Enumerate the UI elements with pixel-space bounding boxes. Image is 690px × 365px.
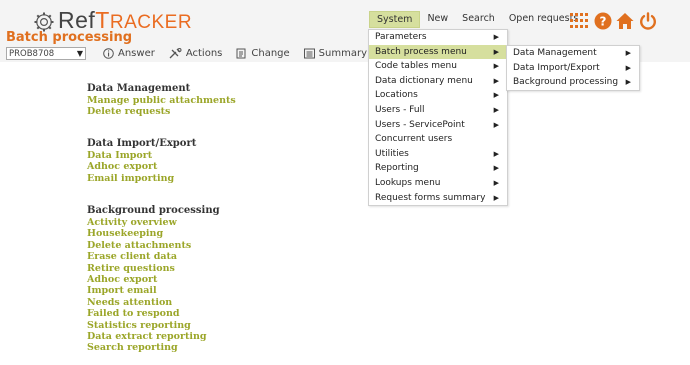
nav-system[interactable]: System (369, 11, 421, 28)
menu-item-concurrent-users[interactable]: Concurrent users (369, 132, 507, 147)
answer-button[interactable]: Answer (103, 48, 155, 59)
summary-button[interactable]: Summary (303, 48, 367, 59)
menu-item-code-tables[interactable]: Code tables menu ▶ (369, 59, 507, 74)
chevron-right-icon: ▶ (493, 47, 499, 56)
nav-search[interactable]: Search (455, 11, 502, 28)
submenu-item-background-processing[interactable]: Background processing ▶ (507, 75, 639, 90)
request-select[interactable]: PROB8708 ▼ (6, 47, 86, 60)
chevron-right-icon: ▶ (493, 105, 499, 114)
link-housekeeping[interactable]: Housekeeping (87, 228, 220, 239)
section-background-processing: Background processing Activity overview … (87, 205, 220, 354)
link-activity-overview[interactable]: Activity overview (87, 217, 220, 228)
link-data-extract-reporting[interactable]: Data extract reporting (87, 331, 220, 342)
actions-icon (169, 48, 182, 59)
svg-text:?: ? (600, 15, 607, 29)
chevron-right-icon: ▶ (493, 149, 499, 158)
top-nav: System New Search Open requests (369, 11, 585, 28)
link-adhoc-export[interactable]: Adhoc export (87, 161, 196, 172)
summary-icon (303, 48, 315, 59)
menu-item-label: Concurrent users (375, 134, 453, 145)
summary-label: Summary (318, 48, 367, 59)
change-icon (236, 48, 246, 59)
chevron-right-icon: ▶ (493, 178, 499, 187)
submenu-item-label: Data Management (513, 48, 597, 58)
menu-item-locations[interactable]: Locations ▶ (369, 88, 507, 103)
section-title: Background processing (87, 205, 220, 216)
link-search-reporting[interactable]: Search reporting (87, 342, 220, 353)
info-icon (103, 48, 114, 59)
chevron-right-icon: ▶ (625, 78, 631, 87)
chevron-right-icon: ▶ (493, 62, 499, 71)
link-adhoc-export-bg[interactable]: Adhoc export (87, 274, 220, 285)
menu-item-label: Reporting (375, 163, 419, 174)
submenu-item-data-management[interactable]: Data Management ▶ (507, 46, 639, 61)
menu-item-label: Batch process menu (375, 46, 467, 57)
link-statistics-reporting[interactable]: Statistics reporting (87, 320, 220, 331)
link-retire-questions[interactable]: Retire questions (87, 263, 220, 274)
menu-item-request-forms-summary[interactable]: Request forms summary ▶ (369, 191, 507, 206)
menu-item-label: Utilities (375, 148, 409, 159)
menu-item-users-servicepoint[interactable]: Users - ServicePoint ▶ (369, 118, 507, 133)
batch-process-submenu: Data Management ▶ Data Import/Export ▶ Bac… (506, 45, 640, 91)
link-delete-requests[interactable]: Delete requests (87, 106, 236, 117)
menu-item-lookups[interactable]: Lookups menu ▶ (369, 176, 507, 191)
menu-item-batch-process[interactable]: Batch process menu ▶ (369, 44, 507, 60)
menu-item-parameters[interactable]: Parameters ▶ (369, 30, 507, 45)
menu-item-users-full[interactable]: Users - Full ▶ (369, 103, 507, 118)
menu-item-label: Users - ServicePoint (375, 119, 465, 130)
menu-item-utilities[interactable]: Utilities ▶ (369, 147, 507, 162)
link-email-importing[interactable]: Email importing (87, 173, 196, 184)
change-label: Change (251, 48, 290, 59)
menu-item-label: Users - Full (375, 104, 425, 115)
nav-new[interactable]: New (420, 11, 455, 28)
help-icon[interactable]: ? (594, 12, 612, 30)
apps-grid-icon[interactable] (569, 12, 589, 30)
actions-label: Actions (185, 48, 223, 59)
system-menu: Parameters ▶ Batch process menu ▶ Code tab… (368, 29, 508, 207)
change-button[interactable]: Change (236, 48, 290, 59)
chevron-right-icon: ▶ (493, 91, 499, 100)
gear-icon (34, 12, 54, 31)
link-needs-attention[interactable]: Needs attention (87, 297, 220, 308)
chevron-right-icon: ▶ (625, 49, 631, 57)
link-delete-attachments[interactable]: Delete attachments (87, 240, 220, 251)
menu-item-reporting[interactable]: Reporting ▶ (369, 161, 507, 176)
menu-item-label: Parameters (375, 32, 427, 42)
home-icon[interactable] (616, 12, 634, 30)
chevron-right-icon: ▶ (493, 120, 499, 129)
toolbar: PROB8708 ▼ Answer Actions Change Summary (6, 46, 367, 61)
menu-item-data-dictionary[interactable]: Data dictionary menu ▶ (369, 74, 507, 89)
link-import-email[interactable]: Import email (87, 285, 220, 296)
menu-item-label: Locations (375, 90, 418, 101)
submenu-item-label: Background processing (513, 77, 619, 88)
section-title: Data Import/Export (87, 138, 197, 149)
submenu-item-label: Data Import/Export (513, 62, 600, 73)
section-data-import-export: Data Import/Export Data Import Adhoc exp… (87, 138, 196, 184)
header-icons: ? (569, 12, 657, 30)
link-data-import[interactable]: Data Import (87, 150, 196, 161)
dropdown-arrow-icon: ▼ (76, 49, 83, 58)
chevron-right-icon: ▶ (493, 33, 499, 41)
power-icon[interactable] (639, 12, 657, 30)
submenu-item-data-import-export[interactable]: Data Import/Export ▶ (507, 61, 639, 76)
chevron-right-icon: ▶ (493, 193, 499, 202)
answer-label: Answer (118, 48, 155, 59)
request-select-value: PROB8708 (9, 48, 55, 59)
page-title: Batch processing (6, 30, 133, 45)
link-failed-to-respond[interactable]: Failed to respond (87, 308, 220, 319)
menu-item-label: Lookups menu (375, 177, 441, 188)
menu-item-label: Code tables menu (375, 61, 457, 72)
menu-item-label: Data dictionary menu (375, 75, 473, 86)
link-erase-client-data[interactable]: Erase client data (87, 251, 220, 262)
menu-item-label: Request forms summary (375, 192, 486, 203)
chevron-right-icon: ▶ (625, 63, 631, 72)
section-title: Data Management (87, 83, 191, 94)
section-data-management: Data Management Manage public attachment… (87, 83, 236, 118)
link-manage-public-attachments[interactable]: Manage public attachments (87, 95, 236, 106)
actions-button[interactable]: Actions (169, 48, 223, 59)
chevron-right-icon: ▶ (493, 164, 499, 173)
chevron-right-icon: ▶ (493, 76, 499, 85)
